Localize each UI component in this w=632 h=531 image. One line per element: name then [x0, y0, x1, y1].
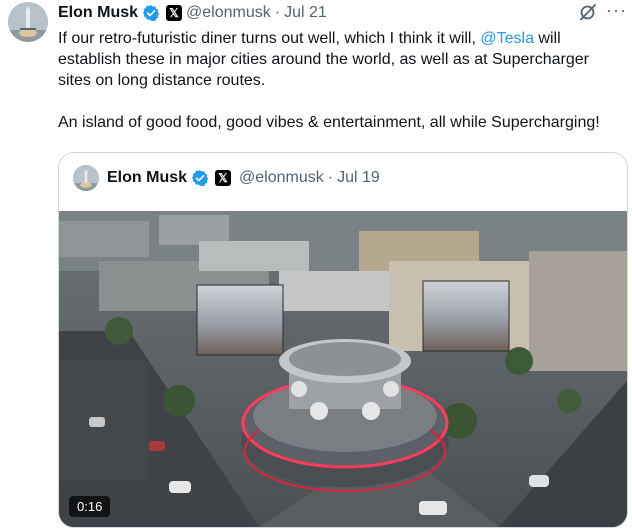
quoted-tweet-date[interactable]: Jul 19	[337, 169, 380, 187]
tweet-text: If our retro-futuristic diner turns out …	[58, 28, 626, 133]
quoted-author-name[interactable]: Elon Musk	[107, 169, 187, 187]
more-options-icon[interactable]: ···	[606, 1, 627, 19]
quoted-author-handle[interactable]: @elonmusk	[239, 169, 324, 187]
verified-badge-icon[interactable]	[142, 4, 160, 22]
separator-dot: ·	[274, 4, 281, 21]
mention-link[interactable]: @Tesla	[480, 30, 534, 47]
grok-icon[interactable]	[578, 2, 598, 22]
rocket-launch-avatar-icon	[8, 2, 48, 42]
author-name[interactable]: Elon Musk	[58, 4, 138, 22]
tweet-paragraph-1: If our retro-futuristic diner turns out …	[58, 28, 626, 91]
x-affiliation-icon[interactable]: 𝕏	[166, 5, 183, 21]
x-affiliation-icon[interactable]: 𝕏	[215, 170, 232, 186]
tweet-header: Elon Musk 𝕏 @elonmusk · Jul 21	[58, 2, 327, 24]
quoted-tweet-header: Elon Musk 𝕏 @elonmusk · Jul 19	[73, 165, 380, 191]
tweet-paragraph-2: An island of good food, good vibes & ent…	[58, 114, 600, 131]
video-player[interactable]: 0:16	[59, 211, 627, 527]
tweet-date[interactable]: Jul 21	[284, 4, 327, 22]
separator-dot: ·	[327, 169, 334, 186]
author-avatar[interactable]	[8, 2, 48, 42]
verified-badge-icon[interactable]	[191, 169, 209, 187]
quoted-tweet-card[interactable]: Elon Musk 𝕏 @elonmusk · Jul 19 0:16	[58, 152, 628, 528]
rocket-launch-avatar-icon	[73, 165, 99, 191]
video-duration-badge: 0:16	[69, 496, 111, 517]
author-handle[interactable]: @elonmusk	[186, 4, 271, 22]
quoted-author-avatar[interactable]	[73, 165, 99, 191]
diner-aerial-video-frame	[59, 211, 627, 527]
text-segment: If our retro-futuristic diner turns out …	[58, 30, 481, 47]
